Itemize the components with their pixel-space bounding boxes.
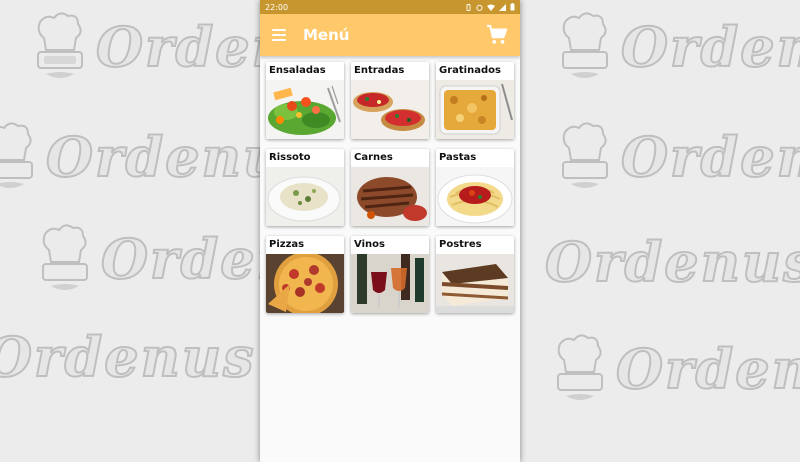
steak-image [351, 167, 429, 226]
dessert-image [436, 254, 514, 313]
category-label: Postres [439, 239, 482, 250]
category-card-carnes[interactable]: Carnes [351, 149, 429, 226]
app-bar: Menú [260, 14, 520, 56]
chef-logo-icon [557, 334, 603, 400]
chef-logo-icon [562, 122, 608, 188]
category-label: Vinos [354, 239, 385, 250]
vibrate-icon [466, 3, 471, 11]
status-bar: 22:00 [260, 0, 520, 14]
watermark-logo: Ordenus [550, 330, 800, 408]
bruschetta-image [351, 80, 429, 139]
category-card-entradas[interactable]: Entradas [351, 62, 429, 139]
phone-screen: 22:00 Menú Ensaladas Entradas Gratinados… [260, 0, 520, 462]
status-time: 22:00 [265, 2, 289, 12]
page-title: Menú [303, 26, 350, 44]
category-label: Pastas [439, 152, 477, 163]
category-card-pastas[interactable]: Pastas [436, 149, 514, 226]
signal-icon [499, 3, 506, 11]
watermark-logo: Ordenus [544, 229, 800, 295]
risotto-image [266, 167, 344, 226]
watermark-text: Ordenus [0, 324, 256, 390]
watermark-logo: Ordenus [555, 118, 800, 196]
battery-icon [510, 3, 515, 11]
watermark-logo: Ordenus [555, 8, 800, 86]
hamburger-icon[interactable] [272, 29, 286, 41]
chef-logo-icon [562, 12, 608, 78]
watermark-text: Ordenus [544, 229, 800, 295]
category-card-ensaladas[interactable]: Ensaladas [266, 62, 344, 139]
category-card-gratinados[interactable]: Gratinados [436, 62, 514, 139]
category-label: Ensaladas [269, 65, 326, 76]
category-card-vinos[interactable]: Vinos [351, 236, 429, 313]
chef-logo-icon [42, 224, 88, 290]
menu-category-grid: Ensaladas Entradas Gratinados Rissoto Ca… [260, 56, 520, 313]
watermark-logo: Ordenus [0, 324, 256, 390]
wine-image [351, 254, 429, 313]
chef-logo-icon [0, 122, 33, 188]
gratin-image [436, 80, 514, 139]
pasta-image [436, 167, 514, 226]
category-label: Pizzas [269, 239, 305, 250]
salad-image [266, 80, 344, 139]
alarm-icon [476, 4, 483, 11]
watermark-text: Ordenus [620, 124, 800, 190]
category-card-postres[interactable]: Postres [436, 236, 514, 313]
category-label: Gratinados [439, 65, 501, 76]
category-label: Carnes [354, 152, 393, 163]
watermark-text: Ordenus [615, 336, 800, 402]
category-label: Rissoto [269, 152, 311, 163]
status-icons [465, 3, 515, 11]
category-card-rissoto[interactable]: Rissoto [266, 149, 344, 226]
watermark-text: Ordenus [620, 14, 800, 80]
category-label: Entradas [354, 65, 405, 76]
pizza-image [266, 254, 344, 313]
wifi-icon [487, 4, 495, 11]
category-card-pizzas[interactable]: Pizzas [266, 236, 344, 313]
chef-logo-icon [37, 12, 83, 78]
shopping-cart-icon[interactable] [486, 24, 508, 46]
